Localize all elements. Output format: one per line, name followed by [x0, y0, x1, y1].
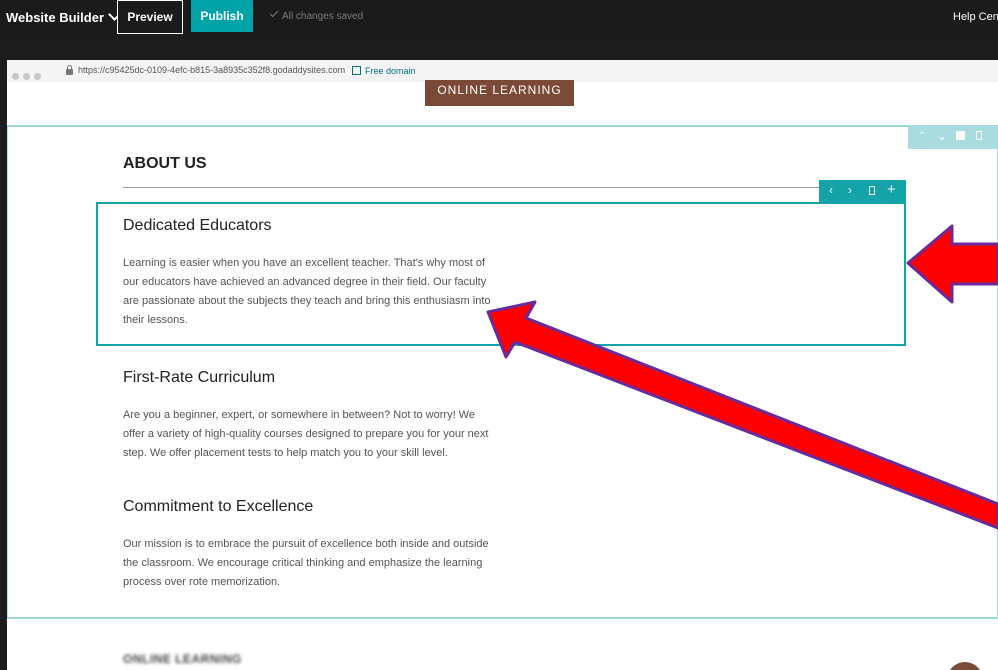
save-status: All changes saved: [269, 8, 364, 22]
block-toolbar: ‹ › +: [819, 180, 906, 202]
chevron-left-icon[interactable]: ‹: [829, 183, 833, 197]
chat-button[interactable]: [947, 662, 983, 670]
preview-button[interactable]: Preview: [117, 0, 183, 34]
section-toolbar: ⌃ ⌄: [908, 125, 998, 149]
save-status-text: All changes saved: [282, 11, 364, 22]
trash-icon[interactable]: [869, 186, 875, 195]
website-builder-menu[interactable]: Website Builder: [6, 8, 121, 25]
next-section-title: ONLINE LEARNING: [123, 652, 242, 666]
item-body: Are you a beginner, expert, or somewhere…: [123, 409, 489, 459]
item-heading: First-Rate Curriculum: [123, 369, 276, 386]
brand-label: Website Builder: [6, 10, 105, 25]
chevron-down-icon[interactable]: ⌄: [937, 129, 947, 143]
chevron-up-icon[interactable]: ⌃: [917, 129, 927, 143]
chevron-right-icon[interactable]: ›: [848, 183, 852, 197]
site-page: ONLINE LEARNING ⌃ ⌄ ABOUT US ‹ › + Dedic…: [7, 80, 998, 670]
publish-button[interactable]: Publish: [191, 0, 253, 32]
divider: [123, 187, 821, 188]
free-domain-link[interactable]: Free domain: [352, 65, 416, 76]
preview-browser-frame: https://c95425dc-0109-4efc-b815-3a8935c3…: [7, 60, 998, 670]
layout-icon[interactable]: [956, 131, 965, 140]
online-learning-nav-button[interactable]: ONLINE LEARNING: [425, 80, 574, 106]
editor-toolbar: Website Builder Preview Publish All chan…: [0, 0, 998, 36]
check-icon: [269, 8, 279, 18]
section-title: ABOUT US: [123, 155, 207, 172]
site-url: https://c95425dc-0109-4efc-b815-3a8935c3…: [78, 65, 346, 75]
item-body: Learning is easier when you have an exce…: [123, 257, 491, 326]
trash-icon[interactable]: [976, 131, 982, 140]
free-domain-label: Free domain: [365, 66, 416, 76]
item-heading: Dedicated Educators: [123, 217, 272, 234]
help-center-link[interactable]: Help Cente: [953, 11, 998, 23]
lock-icon: [66, 65, 73, 75]
item-heading: Commitment to Excellence: [123, 498, 314, 515]
gift-icon: [352, 66, 361, 75]
plus-icon[interactable]: +: [887, 181, 896, 198]
item-body: Our mission is to embrace the pursuit of…: [123, 538, 489, 588]
